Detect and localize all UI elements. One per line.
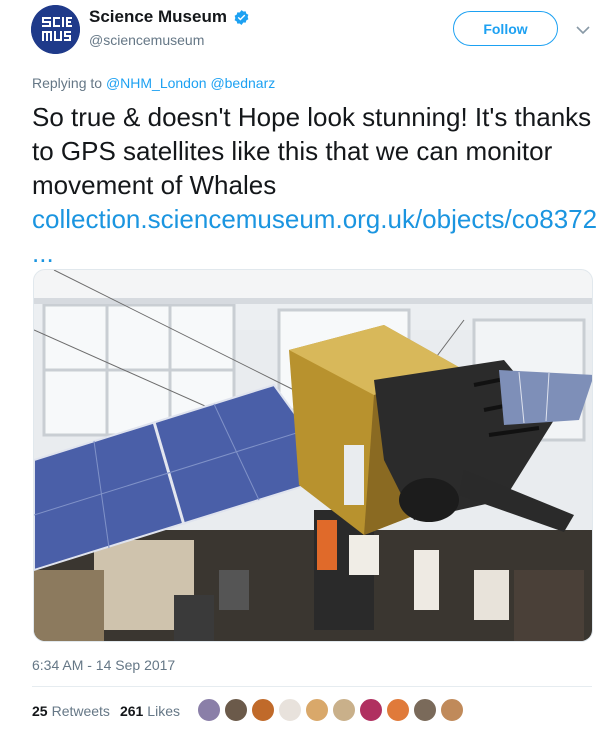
name-row: Science Museum [89, 7, 250, 27]
retweets-stat[interactable]: 25 Retweets [32, 703, 110, 719]
liker-avatar[interactable] [358, 697, 384, 723]
tweet-media-photo[interactable] [33, 269, 593, 642]
satellite-exhibit-photo [34, 270, 592, 641]
avatar[interactable] [31, 5, 80, 54]
likes-stat[interactable]: 261 Likes [120, 703, 180, 719]
liker-avatar[interactable] [331, 697, 357, 723]
liker-avatar[interactable] [412, 697, 438, 723]
chevron-down-icon[interactable] [576, 22, 590, 35]
retweets-label: Retweets [51, 703, 110, 719]
engagement-stats: 25 Retweets 261 Likes [32, 703, 190, 719]
handle[interactable]: @sciencemuseum [89, 32, 204, 48]
likes-label: Likes [147, 703, 180, 719]
liker-avatar[interactable] [304, 697, 330, 723]
likes-count: 261 [119, 703, 144, 719]
mention-link[interactable]: @bednarz [210, 75, 275, 91]
liker-avatar[interactable] [439, 697, 465, 723]
follow-button[interactable]: Follow [453, 11, 558, 46]
display-name[interactable]: Science Museum [89, 7, 227, 27]
tweet-link[interactable]: collection.sciencemuseum.org.uk/objects/… [32, 202, 597, 270]
tweet-text: So true & doesn't Hope look stunning! It… [32, 102, 592, 200]
liker-avatar[interactable] [385, 697, 411, 723]
liker-avatar[interactable] [277, 697, 303, 723]
verified-badge-icon [233, 9, 250, 26]
liker-avatar[interactable] [250, 697, 276, 723]
likers-avatars [196, 697, 466, 723]
mention-link[interactable]: @NHM_London [106, 75, 207, 91]
liker-avatar[interactable] [223, 697, 249, 723]
retweets-count: 25 [32, 703, 48, 719]
science-museum-logo-icon [31, 5, 80, 54]
reply-prefix: Replying to [32, 75, 103, 91]
reply-context: Replying to @NHM_London @bednarz [32, 75, 275, 91]
liker-avatar[interactable] [196, 697, 222, 723]
tweet-card: Science Museum @sciencemuseum Follow Rep… [0, 0, 615, 733]
divider [32, 686, 592, 687]
timestamp[interactable]: 6:34 AM - 14 Sep 2017 [32, 657, 175, 673]
